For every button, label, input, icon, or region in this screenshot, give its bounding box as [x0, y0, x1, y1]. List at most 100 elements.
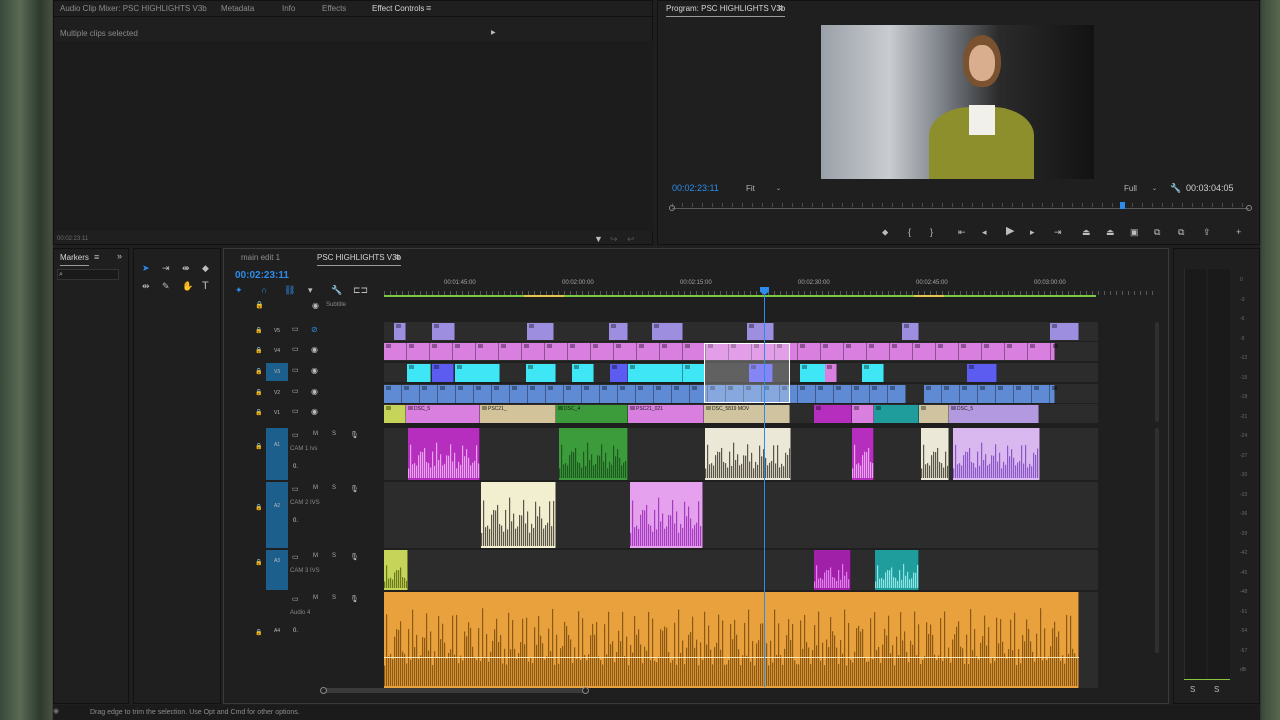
- add-marker-icon[interactable]: ⬥: [882, 227, 888, 237]
- sync-lock-icon[interactable]: ▭: [292, 407, 299, 417]
- video-clip[interactable]: [614, 343, 637, 360]
- track-target-v1[interactable]: V1: [266, 404, 288, 422]
- video-clip[interactable]: [582, 385, 600, 403]
- timeline-horizontal-scrollbar[interactable]: [320, 687, 589, 694]
- video-clip[interactable]: [924, 385, 942, 403]
- button-editor-icon[interactable]: +: [1236, 227, 1241, 237]
- audio-clip[interactable]: [384, 550, 408, 590]
- subtitle-lock-icon[interactable]: 🔒: [255, 301, 264, 311]
- video-clip[interactable]: [919, 405, 949, 423]
- video-clip[interactable]: [683, 364, 705, 382]
- video-clip[interactable]: [852, 385, 870, 403]
- video-clip[interactable]: [591, 343, 614, 360]
- audio-clip[interactable]: [559, 428, 628, 480]
- audio-clip[interactable]: [852, 428, 874, 480]
- captions-icon[interactable]: ⊏⊐: [353, 285, 368, 295]
- mute-button[interactable]: M: [313, 595, 318, 601]
- visibility-eye-icon[interactable]: ◉: [311, 387, 318, 397]
- track-target-v5[interactable]: V5: [266, 322, 288, 340]
- video-clip[interactable]: [527, 323, 554, 340]
- lock-icon[interactable]: 🔒: [255, 442, 262, 452]
- lock-icon[interactable]: 🔒: [255, 628, 262, 638]
- audio-clip[interactable]: [921, 428, 949, 480]
- video-clip[interactable]: [609, 323, 628, 340]
- multicam-icon[interactable]: ⧉: [1178, 227, 1184, 237]
- lock-icon[interactable]: 🔒: [255, 503, 262, 513]
- track-target-v3[interactable]: V3: [266, 363, 288, 381]
- program-scrubber[interactable]: [669, 202, 1252, 214]
- sync-lock-icon[interactable]: ▭: [292, 387, 299, 397]
- video-clip[interactable]: [747, 323, 774, 340]
- video-clip[interactable]: [902, 323, 919, 340]
- video-clip[interactable]: [959, 343, 982, 360]
- track-target-v2[interactable]: V2: [266, 384, 288, 402]
- video-clip[interactable]: [618, 385, 636, 403]
- slip-tool-icon[interactable]: ⇹: [142, 281, 150, 291]
- visibility-eye-icon[interactable]: ◉: [311, 366, 318, 376]
- video-clip[interactable]: [844, 343, 867, 360]
- video-clip[interactable]: [825, 364, 837, 382]
- track-target-a4[interactable]: A4: [266, 628, 288, 634]
- video-clip[interactable]: [432, 323, 455, 340]
- video-clip[interactable]: [384, 385, 402, 403]
- video-clip[interactable]: [1032, 385, 1050, 403]
- track-row[interactable]: [384, 550, 1098, 590]
- expand-arrow-icon[interactable]: ▶: [491, 28, 496, 38]
- video-clip[interactable]: [510, 385, 528, 403]
- program-current-time[interactable]: 00:02:23:11: [672, 183, 719, 193]
- go-to-out-icon[interactable]: ⇥: [1054, 227, 1062, 237]
- video-clip[interactable]: [407, 364, 431, 382]
- fit-dropdown[interactable]: Fit: [746, 184, 755, 193]
- video-clip[interactable]: [568, 343, 591, 360]
- sync-lock-icon[interactable]: ▭: [292, 345, 299, 355]
- timeline-timecode[interactable]: 00:02:23:11: [235, 270, 289, 281]
- program-menu-icon[interactable]: ≡: [778, 3, 783, 13]
- snap-icon[interactable]: ∩: [261, 285, 267, 295]
- tab-psc-highlights[interactable]: PSC HIGHLIGHTS V3b: [317, 253, 402, 266]
- timeline-menu-icon[interactable]: ≡: [395, 252, 400, 262]
- video-clip[interactable]: PSC21_021: [628, 405, 704, 423]
- video-clip[interactable]: [821, 343, 844, 360]
- video-clip[interactable]: [546, 385, 564, 403]
- track-row[interactable]: [384, 322, 1098, 341]
- step-back-icon[interactable]: ◂: [982, 227, 987, 237]
- video-clip[interactable]: [628, 364, 683, 382]
- video-clip[interactable]: [526, 364, 556, 382]
- video-clip[interactable]: [1050, 385, 1057, 403]
- go-to-in-icon[interactable]: ⇤: [958, 227, 966, 237]
- audio-track-name[interactable]: CAM 3 IVS: [290, 568, 320, 574]
- selection-tool-icon[interactable]: ➤: [142, 263, 150, 273]
- video-clip[interactable]: [834, 385, 852, 403]
- panels-overflow-icon[interactable]: »: [117, 251, 122, 261]
- mute-button[interactable]: M: [313, 485, 318, 491]
- add-marker-timeline-icon[interactable]: ▾: [308, 285, 313, 295]
- lock-icon[interactable]: 🔒: [255, 558, 262, 568]
- video-clip[interactable]: [564, 385, 582, 403]
- play-icon[interactable]: ▶: [1006, 226, 1014, 237]
- import-icon[interactable]: ↩: [627, 234, 635, 244]
- video-clip[interactable]: DSC_5: [949, 405, 1039, 423]
- video-clip[interactable]: [814, 405, 852, 423]
- sync-lock-icon[interactable]: ▭: [292, 485, 299, 495]
- video-clip[interactable]: [654, 385, 672, 403]
- video-clip[interactable]: [660, 343, 683, 360]
- video-clip[interactable]: [890, 343, 913, 360]
- lock-icon[interactable]: 🔒: [255, 367, 262, 377]
- video-clip[interactable]: [453, 343, 476, 360]
- fit-dropdown-chevron-icon[interactable]: ⌄: [776, 184, 781, 194]
- video-clip[interactable]: [888, 385, 906, 403]
- video-clip[interactable]: [942, 385, 960, 403]
- mute-button[interactable]: M: [313, 553, 318, 559]
- tab-info[interactable]: Info: [282, 4, 295, 13]
- video-clip[interactable]: [637, 343, 660, 360]
- audio-track-name[interactable]: CAM 2 IVS: [290, 500, 320, 506]
- resolution-chevron-icon[interactable]: ⌄: [1152, 184, 1157, 194]
- video-clip[interactable]: [499, 343, 522, 360]
- subtitle-eye-icon[interactable]: ◉: [312, 301, 319, 311]
- audio-clip[interactable]: [953, 428, 1040, 480]
- markers-menu-icon[interactable]: ≡: [94, 252, 99, 262]
- solo-button[interactable]: S: [332, 431, 336, 437]
- timeline-settings-icon[interactable]: 🔧: [331, 285, 342, 295]
- video-clip[interactable]: DSC_4: [556, 405, 628, 423]
- tab-effect-controls[interactable]: Effect Controls: [372, 4, 425, 17]
